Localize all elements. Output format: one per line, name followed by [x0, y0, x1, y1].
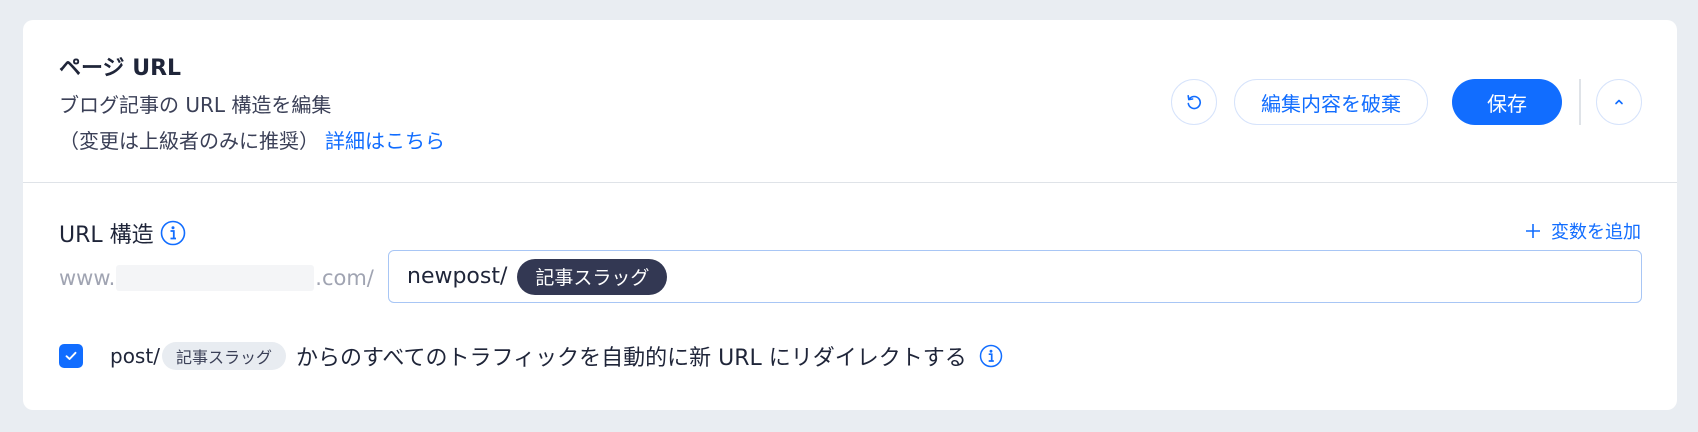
header-divider [1579, 79, 1581, 125]
redirect-checkbox[interactable] [59, 344, 83, 368]
learn-more-link[interactable]: 詳細はこちら [325, 129, 445, 153]
add-variable-label: 変数を追加 [1551, 222, 1641, 243]
url-prefix: www. .com/ [59, 265, 374, 291]
checkmark-icon [65, 351, 77, 360]
advanced-note-text: （変更は上級者のみに推奨） [59, 129, 319, 153]
section-divider [23, 182, 1677, 183]
info-icon[interactable] [979, 344, 1003, 368]
page-subtitle: ブログ記事の URL 構造を編集 [59, 93, 332, 117]
redacted-domain [116, 265, 315, 291]
url-prefix-end: .com/ [315, 266, 374, 290]
reset-icon [1187, 95, 1202, 110]
url-prefix-start: www. [59, 266, 116, 290]
redirect-label: からのすべてのトラフィックを自動的に新 URL にリダイレクトする [295, 346, 967, 371]
url-structure-label: URL 構造 [59, 217, 186, 249]
discard-changes-button[interactable]: 編集内容を破棄 [1234, 79, 1428, 125]
redirect-option: post/ 記事スラッグ からのすべてのトラフィックを自動的に新 URL にリダ… [110, 340, 1003, 372]
reset-button[interactable] [1171, 79, 1217, 125]
old-slug-chip: 記事スラッグ [161, 342, 286, 370]
chevron-up-icon [1615, 99, 1623, 105]
collapse-button[interactable] [1596, 79, 1642, 125]
url-structure-label-text: URL 構造 [59, 223, 154, 248]
page-url-card: ページ URL ブログ記事の URL 構造を編集 （変更は上級者のみに推奨） 詳細… [23, 20, 1677, 410]
add-variable-button[interactable]: 変数を追加 [1525, 218, 1641, 244]
url-structure-input[interactable]: newpost/ 記事スラッグ [388, 250, 1642, 303]
card-header: ページ URL ブログ記事の URL 構造を編集 （変更は上級者のみに推奨） 詳細… [23, 20, 1677, 183]
old-path-text: post/ [110, 344, 160, 368]
url-path-text: newpost/ [407, 264, 508, 289]
plus-icon [1526, 224, 1540, 238]
save-button[interactable]: 保存 [1452, 79, 1562, 125]
info-icon[interactable] [160, 220, 186, 246]
advanced-note: （変更は上級者のみに推奨） 詳細はこちら [59, 125, 445, 154]
post-slug-chip[interactable]: 記事スラッグ [517, 258, 668, 295]
page-title: ページ URL [59, 56, 182, 81]
